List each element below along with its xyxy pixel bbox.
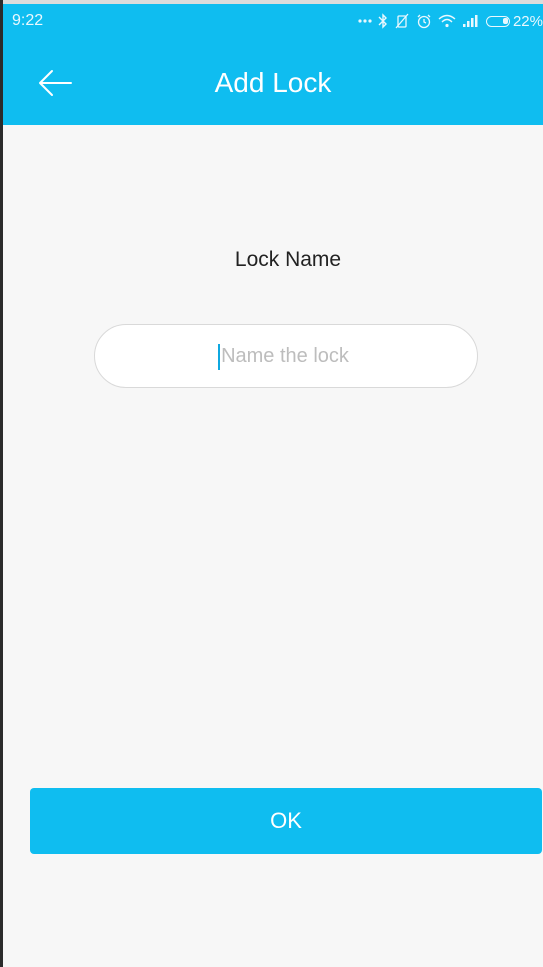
battery-icon: 22% [485,12,543,30]
screen: 9:22 22% Add Lock Lock Name Name the loc… [0,0,543,967]
lock-name-field[interactable] [94,324,478,388]
signal-icon [462,10,480,32]
bluetooth-icon [378,10,388,32]
frame-left-edge [0,0,3,967]
page-title: Add Lock [214,67,332,98]
status-time: 9:22 [12,12,44,29]
app-bar: Add Lock [3,41,543,125]
back-arrow-icon [39,70,72,96]
vibrate-off-icon [394,10,410,32]
lock-name-input[interactable] [97,327,473,385]
status-bar: 9:22 22% [3,4,543,41]
lock-name-label: Lock Name [234,248,342,271]
ok-button[interactable]: OK [30,788,542,854]
text-cursor [218,344,220,370]
battery-level [502,17,508,24]
back-button[interactable] [33,65,77,101]
more-dots-icon [358,10,372,32]
status-icons: 22% [358,10,543,32]
battery-body [485,15,510,27]
wifi-icon [438,10,456,32]
battery-percent: 22% [512,12,543,30]
alarm-icon [416,10,432,32]
